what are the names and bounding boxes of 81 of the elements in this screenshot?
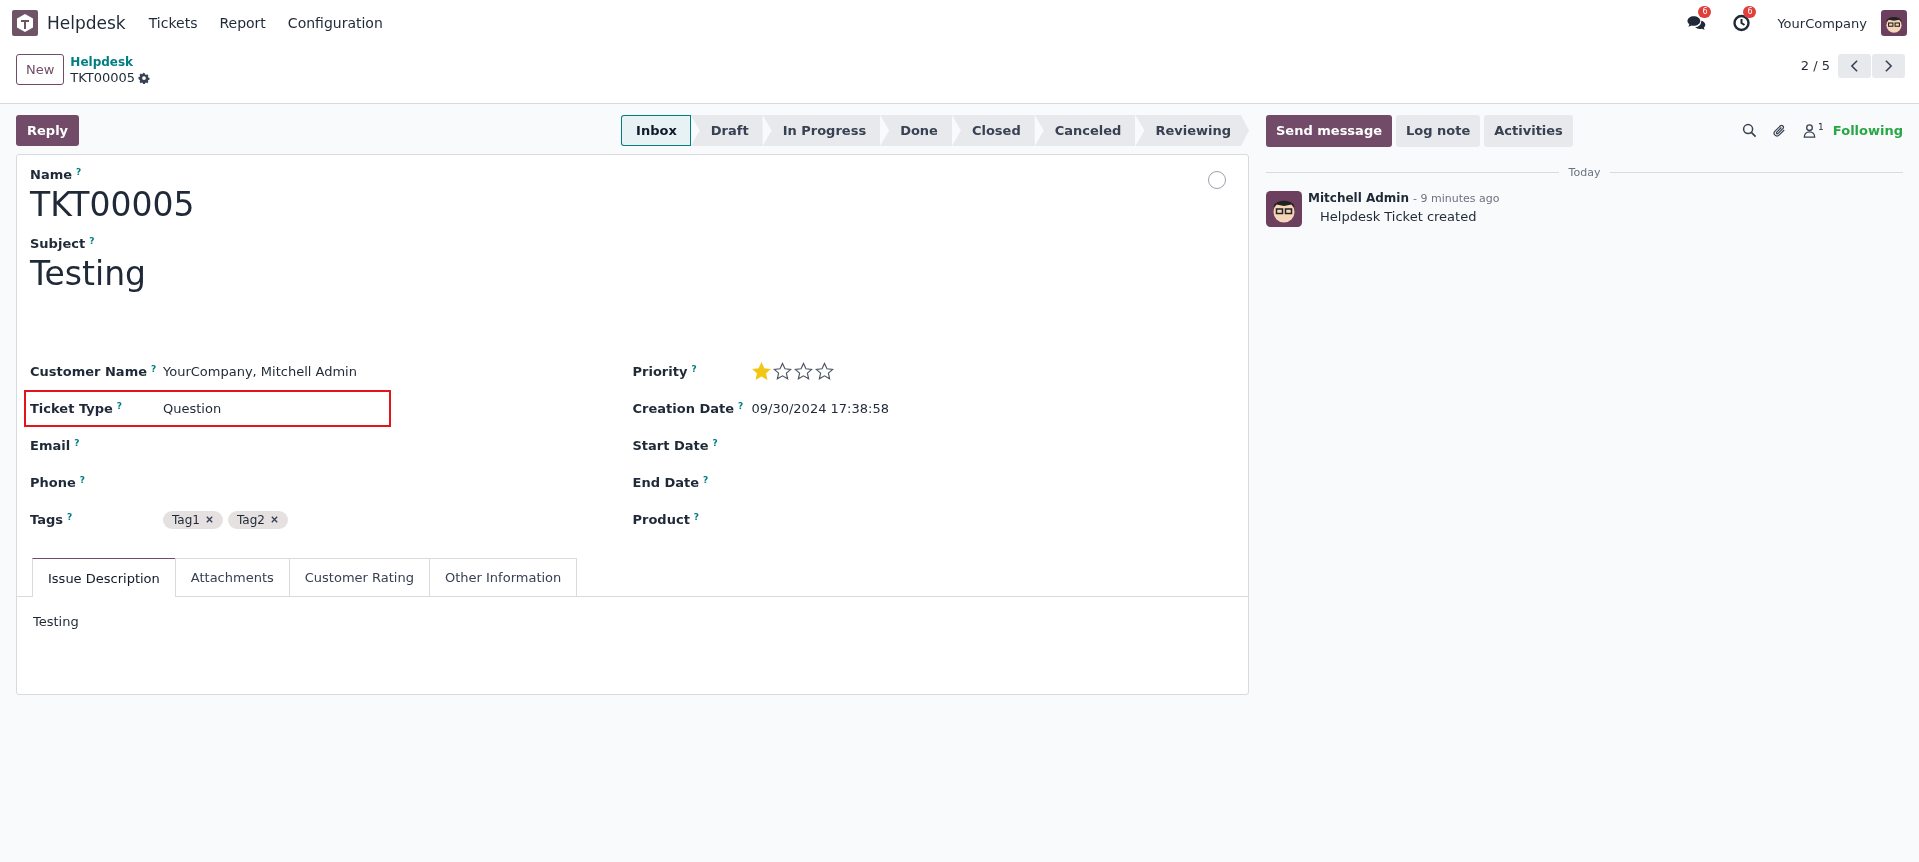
author-name[interactable]: Mitchell Admin bbox=[1308, 191, 1410, 205]
person-icon[interactable] bbox=[1802, 123, 1818, 138]
help-mark[interactable]: ? bbox=[76, 167, 82, 177]
help-mark[interactable]: ? bbox=[691, 364, 697, 374]
help-mark[interactable]: ? bbox=[116, 401, 123, 411]
followers-count: 1 bbox=[1818, 123, 1824, 132]
chatter-button[interactable]: Send message bbox=[1266, 114, 1392, 147]
field-label: Tags bbox=[30, 512, 63, 527]
stage-button[interactable]: Reviewing bbox=[1135, 115, 1249, 146]
menu-item[interactable]: Configuration bbox=[276, 15, 394, 31]
breadcrumb-link[interactable]: Helpdesk bbox=[70, 54, 151, 70]
filled-star-icon[interactable] bbox=[751, 362, 771, 381]
field-label: Name bbox=[30, 167, 72, 182]
help-mark[interactable]: ? bbox=[89, 236, 95, 246]
previous-button[interactable] bbox=[1838, 54, 1871, 78]
help-mark[interactable]: ? bbox=[74, 438, 80, 448]
field-label: Creation Date bbox=[632, 401, 735, 416]
user-avatar-icon[interactable] bbox=[1881, 10, 1907, 36]
chatter-button[interactable]: Log note bbox=[1396, 114, 1481, 147]
field-label: Product bbox=[632, 512, 690, 527]
company-name[interactable]: YourCompany bbox=[1777, 15, 1867, 31]
field-label: Customer Name bbox=[30, 364, 147, 379]
ticket-name[interactable]: TKT00005 bbox=[30, 182, 195, 228]
stage-button[interactable]: Done bbox=[880, 115, 952, 146]
date-divider: Today bbox=[1568, 166, 1601, 179]
stage-button[interactable]: In Progress bbox=[762, 115, 881, 146]
tag[interactable]: Tag1 bbox=[163, 510, 223, 529]
tab[interactable]: Other Information bbox=[429, 558, 578, 596]
menu-item[interactable]: Report bbox=[208, 15, 277, 31]
field-label: Phone bbox=[30, 475, 76, 490]
reply-button[interactable]: Reply bbox=[16, 115, 80, 146]
help-mark[interactable]: ? bbox=[712, 438, 718, 448]
help-mark[interactable]: ? bbox=[151, 364, 157, 374]
tag-label: Tag1 bbox=[172, 512, 200, 527]
tab-content-text[interactable]: Testing bbox=[17, 597, 1248, 646]
field-value[interactable]: Question bbox=[163, 401, 222, 416]
notification-badge: 6 bbox=[1743, 6, 1757, 18]
clock-icon[interactable] bbox=[1732, 14, 1752, 32]
help-mark[interactable]: ? bbox=[703, 475, 709, 485]
field-value[interactable]: 09/30/2024 17:38:58 bbox=[751, 401, 889, 416]
app-logo-icon[interactable] bbox=[12, 10, 38, 36]
app-name[interactable]: Helpdesk bbox=[47, 13, 126, 33]
next-button[interactable] bbox=[1872, 54, 1905, 78]
field-value[interactable]: YourCompany, Mitchell Admin bbox=[163, 364, 357, 379]
paperclip-icon[interactable] bbox=[1772, 123, 1788, 138]
empty-star-icon[interactable] bbox=[814, 362, 834, 381]
help-mark[interactable]: ? bbox=[67, 512, 73, 522]
field-label: Priority bbox=[632, 364, 688, 379]
field-label: Start Date bbox=[632, 438, 709, 453]
remove-icon[interactable] bbox=[269, 515, 279, 524]
field-label: Subject bbox=[30, 236, 86, 251]
tab[interactable]: Issue Description bbox=[32, 558, 176, 597]
field-label: Email bbox=[30, 438, 71, 453]
chatter-button[interactable]: Activities bbox=[1484, 114, 1573, 147]
message-text: Helpdesk Ticket created bbox=[1320, 209, 1478, 224]
chevron-left-icon bbox=[1850, 59, 1859, 73]
stage-button[interactable]: Canceled bbox=[1034, 115, 1136, 146]
ticket-subject[interactable]: Testing bbox=[30, 251, 195, 297]
menu-item[interactable]: Tickets bbox=[137, 15, 209, 31]
field-label: End Date bbox=[632, 475, 700, 490]
help-mark[interactable]: ? bbox=[738, 401, 744, 411]
remove-icon[interactable] bbox=[204, 515, 214, 524]
tag[interactable]: Tag2 bbox=[227, 510, 288, 529]
search-icon[interactable] bbox=[1742, 123, 1758, 138]
stage-button[interactable]: Closed bbox=[951, 115, 1035, 146]
empty-star-icon[interactable] bbox=[793, 362, 813, 381]
new-button[interactable]: New bbox=[16, 54, 65, 85]
avatar-icon[interactable] bbox=[1266, 191, 1302, 227]
stage-button[interactable]: Draft bbox=[690, 115, 763, 146]
tag-label: Tag2 bbox=[236, 512, 265, 527]
chevron-right-icon bbox=[1884, 59, 1893, 73]
help-mark[interactable]: ? bbox=[79, 475, 86, 485]
field-label: Ticket Type bbox=[30, 401, 113, 416]
help-mark[interactable]: ? bbox=[693, 512, 700, 522]
record-name: TKT00005 bbox=[70, 70, 136, 86]
stage-button[interactable]: Inbox bbox=[621, 115, 691, 146]
notification-badge: 6 bbox=[1698, 6, 1712, 18]
settings-icon[interactable] bbox=[138, 72, 151, 84]
message-time: - 9 minutes ago bbox=[1413, 192, 1500, 205]
pager-value[interactable]: 2 / 5 bbox=[1800, 54, 1830, 78]
chat-bubbles-icon[interactable] bbox=[1687, 14, 1707, 32]
